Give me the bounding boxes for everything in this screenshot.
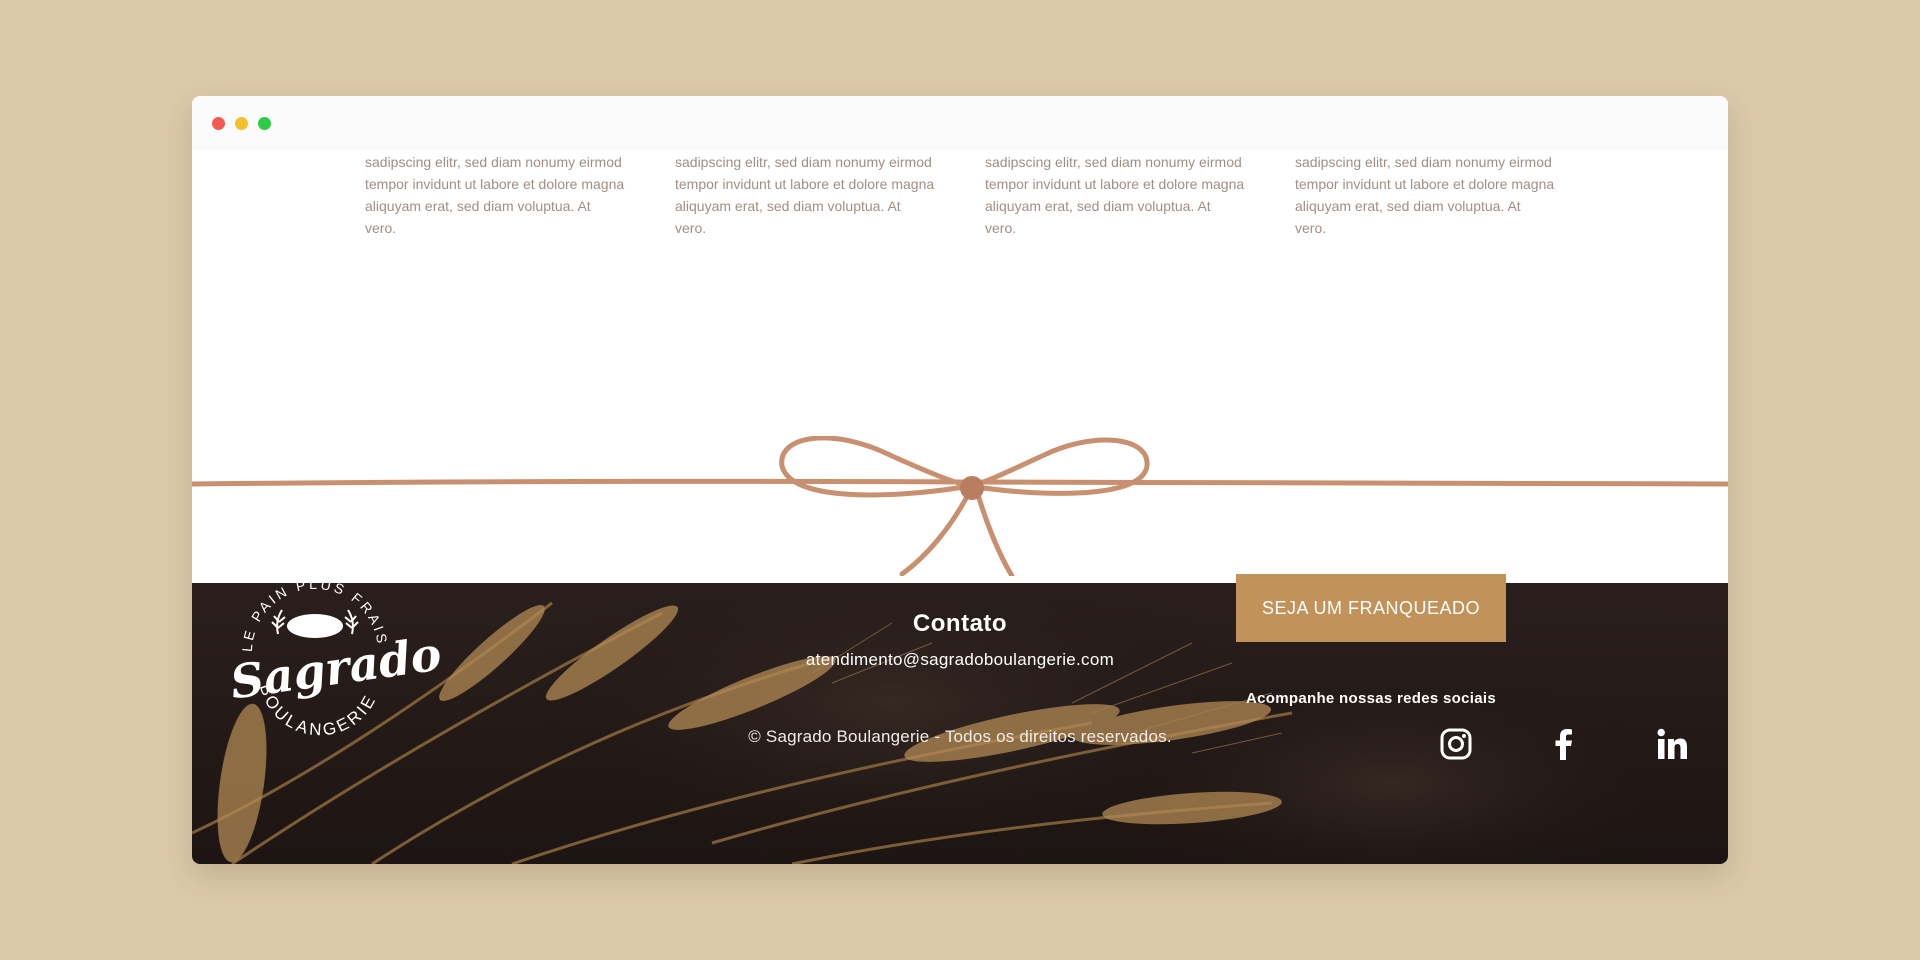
browser-window: sadipscing elitr, sed diam nonumy eirmod…	[192, 96, 1728, 864]
instagram-icon[interactable]	[1439, 727, 1473, 761]
contact-heading: Contato	[912, 610, 1008, 637]
twine-bow-image	[192, 436, 1728, 576]
linkedin-icon[interactable]	[1655, 727, 1689, 761]
franchise-button[interactable]: SEJA UM FRANQUEADO	[1236, 574, 1506, 642]
social-title: Acompanhe nossas redes sociais	[1246, 690, 1496, 707]
facebook-icon[interactable]	[1547, 727, 1581, 761]
window-titlebar	[192, 96, 1728, 151]
copyright-text: © Sagrado Boulangerie - Todos os direito…	[748, 727, 1172, 746]
feature-text: sadipscing elitr, sed diam nonumy eirmod…	[985, 154, 1245, 236]
feature-text: sadipscing elitr, sed diam nonumy eirmod…	[365, 154, 625, 236]
contact-email-link[interactable]: atendimento@sagradoboulangerie.com	[0, 650, 1920, 670]
features-section: sadipscing elitr, sed diam nonumy eirmod…	[192, 151, 1728, 301]
feature-text: sadipscing elitr, sed diam nonumy eirmod…	[1295, 154, 1555, 236]
minimize-window-button[interactable]	[235, 117, 248, 130]
feature-text: sadipscing elitr, sed diam nonumy eirmod…	[675, 154, 935, 236]
close-window-button[interactable]	[212, 117, 225, 130]
contact-section: Contato atendimento@sagradoboulangerie.c…	[0, 610, 1920, 670]
maximize-window-button[interactable]	[258, 117, 271, 130]
